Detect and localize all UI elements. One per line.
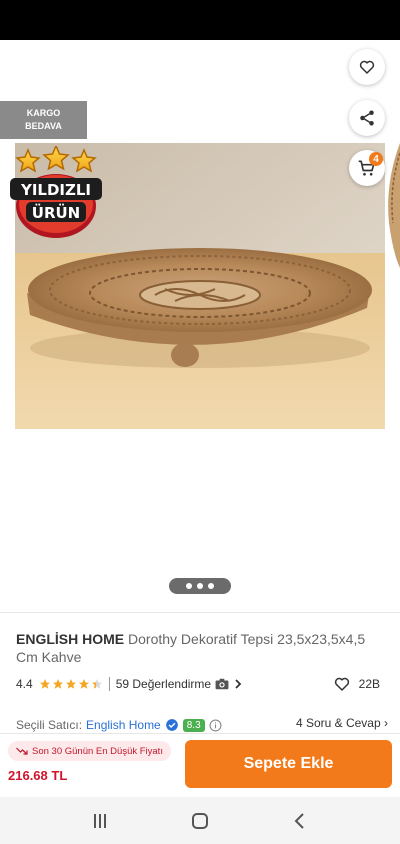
verified-icon: [165, 719, 178, 731]
status-bar: [0, 0, 400, 40]
qa-link[interactable]: 4 Soru & Cevap ›: [296, 716, 388, 730]
carousel-dot[interactable]: [208, 583, 214, 589]
separator: [108, 677, 110, 691]
seller-label: Seçili Satıcı:: [16, 718, 83, 732]
favorites-count-button[interactable]: 22B: [333, 675, 380, 693]
free-shipping-line1: KARGO: [26, 108, 61, 118]
info-icon[interactable]: [209, 719, 222, 732]
carousel-dot[interactable]: [197, 583, 203, 589]
qa-count: 4 Soru & Cevap: [295, 716, 381, 730]
favorites-count: 22B: [358, 677, 380, 691]
next-image-preview: [385, 143, 400, 273]
badge-line1: YILDIZLI: [20, 181, 91, 199]
chevron-right-icon: [235, 679, 242, 689]
rating-stars: [39, 678, 103, 690]
star-icon: [78, 679, 89, 689]
cart-button[interactable]: 4: [349, 150, 385, 186]
trend-down-icon: [16, 747, 28, 755]
half-star-icon: [91, 679, 102, 689]
share-button[interactable]: [349, 100, 385, 136]
reviews-count: 59 Değerlendirme: [115, 677, 212, 691]
heart-icon: [359, 60, 375, 74]
heart-icon: [334, 677, 349, 691]
free-shipping-badge: KARGO BEDAVA: [0, 101, 87, 139]
starred-product-badge: YILDIZLI ÜRÜN: [8, 144, 104, 240]
back-button[interactable]: [12, 52, 44, 84]
price: 216.68 TL: [8, 768, 68, 783]
lowest-price-text: Son 30 Günün En Düşük Fiyatı: [32, 745, 163, 757]
rating-value: 4.4: [16, 677, 33, 691]
back-arrow-icon: [20, 61, 36, 75]
divider: [0, 612, 400, 613]
home-icon[interactable]: [191, 812, 209, 830]
share-icon: [360, 110, 374, 126]
cart-count-badge: 4: [369, 152, 383, 166]
camera-icon: [215, 678, 229, 690]
product-brand[interactable]: ENGLİSH HOME: [16, 631, 124, 647]
favorite-button[interactable]: [349, 49, 385, 85]
reviews-link[interactable]: 59 Değerlendirme: [116, 677, 243, 691]
carousel-dot[interactable]: [186, 583, 192, 589]
seller-score: 8.3: [182, 718, 205, 732]
rating-row: 4.4 59 Değerlendirme 22B: [16, 675, 388, 693]
free-shipping-line2: BEDAVA: [25, 121, 62, 131]
star-icon: [52, 679, 63, 689]
lowest-price-badge: Son 30 Günün En Düşük Fiyatı: [8, 741, 171, 761]
badge-line2: ÜRÜN: [32, 203, 80, 222]
star-icon: [39, 679, 50, 689]
star-icon: [65, 679, 76, 689]
carousel-indicator[interactable]: [169, 578, 231, 594]
recents-icon[interactable]: [91, 812, 109, 830]
chevron-right-icon: ›: [384, 716, 388, 730]
add-to-cart-button[interactable]: Sepete Ekle: [185, 740, 392, 788]
seller-row: Seçili Satıcı: English Home 8.3 4 Soru &…: [16, 716, 388, 734]
seller-name-link[interactable]: English Home: [86, 718, 161, 732]
system-navigation-bar: [0, 797, 400, 844]
badge-stars: [15, 144, 97, 173]
product-title: ENGLİSH HOME Dorothy Dekoratif Tepsi 23,…: [16, 630, 388, 666]
bottom-action-bar: Son 30 Günün En Düşük Fiyatı 216.68 TL S…: [0, 733, 400, 797]
back-icon[interactable]: [291, 812, 309, 830]
